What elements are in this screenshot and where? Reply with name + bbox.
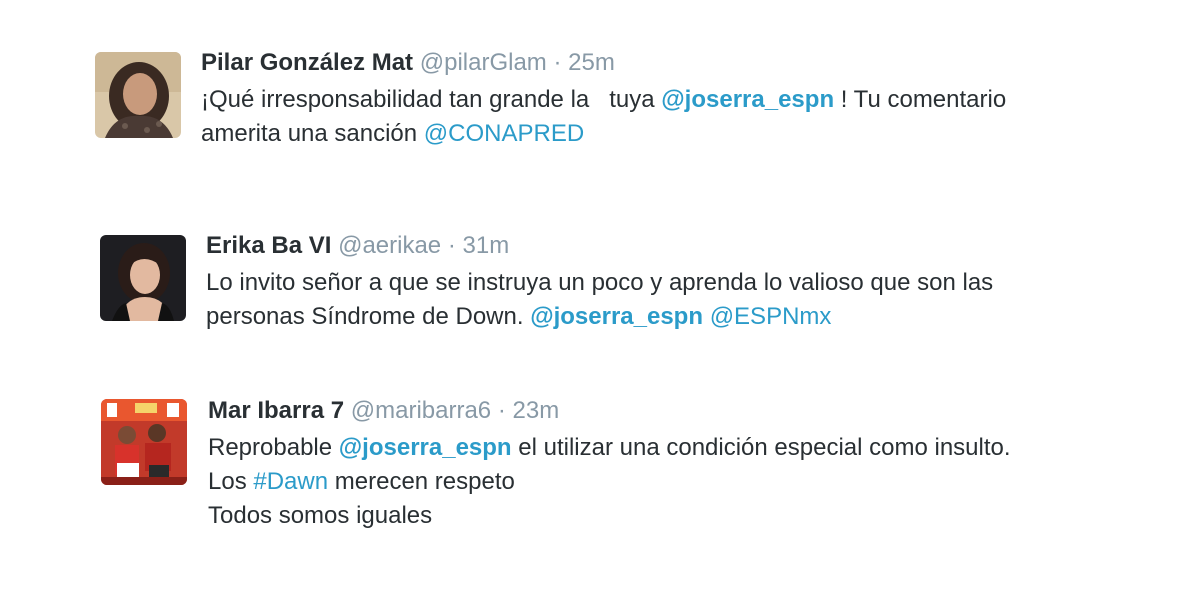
separator: · [497, 397, 506, 424]
tweet-header: Mar Ibarra 7 @maribarra6 · 23m [208, 397, 1168, 425]
text-segment: Reprobable [208, 434, 339, 461]
text-segment: Los [208, 468, 254, 495]
tweet-text-line: personas Síndrome de Down. @joserra_espn… [206, 300, 1166, 334]
tweet-text-line: Los #Dawn merecen respeto [208, 465, 1168, 499]
tweet-text-line: amerita una sanción @CONAPRED [201, 117, 1161, 151]
text-segment: ! Tu comentario [834, 86, 1007, 113]
mention-link[interactable]: @joserra_espn [339, 434, 512, 461]
tweet-header: Pilar González Mat @pilarGlam · 25m [201, 49, 1161, 77]
avatar-soccer-players-icon [101, 399, 187, 485]
tweet-text: Lo invito señor a que se instruya un poc… [206, 266, 1166, 334]
username[interactable]: @aerikae [338, 232, 441, 259]
username[interactable]: @maribarra6 [351, 397, 491, 424]
avatar-woman-dark-hair-icon [95, 52, 181, 138]
hashtag-link[interactable]: #Dawn [253, 468, 328, 495]
tweet-text: ¡Qué irresponsabilidad tan grande la tuy… [201, 83, 1161, 151]
tweet-text-line: Lo invito señor a que se instruya un poc… [206, 266, 1166, 300]
text-segment [703, 303, 710, 330]
separator: · [447, 232, 456, 259]
tweet-text-line: Todos somos iguales [208, 499, 1168, 533]
separator: · [553, 49, 562, 76]
display-name[interactable]: Pilar González Mat [201, 49, 413, 76]
mention-link[interactable]: @CONAPRED [424, 120, 584, 147]
avatar-pilar[interactable] [95, 52, 181, 138]
avatar-mar[interactable] [101, 399, 187, 485]
mention-link[interactable]: @joserra_espn [661, 86, 834, 113]
text-segment: ¡Qué irresponsabilidad tan grande la tuy… [201, 86, 662, 113]
display-name[interactable]: Erika Ba VI [206, 232, 331, 259]
tweet-text-line: ¡Qué irresponsabilidad tan grande la tuy… [201, 83, 1161, 117]
username[interactable]: @pilarGlam [420, 49, 547, 76]
mention-link[interactable]: @joserra_espn [530, 303, 703, 330]
text-segment: el utilizar una condición especial como … [511, 434, 1011, 461]
text-segment: merecen respeto [328, 468, 515, 495]
timestamp[interactable]: 31m [463, 232, 510, 259]
avatar-erika[interactable] [100, 235, 186, 321]
text-segment: Todos somos iguales [208, 502, 433, 529]
timestamp[interactable]: 25m [568, 49, 615, 76]
timestamp[interactable]: 23m [513, 397, 560, 424]
display-name[interactable]: Mar Ibarra 7 [208, 397, 344, 424]
avatar-woman-portrait-icon [100, 235, 186, 321]
text-segment: Lo invito señor a que se instruya un poc… [206, 269, 994, 296]
text-segment: personas Síndrome de Down. [206, 303, 531, 330]
text-segment: amerita una sanción [201, 120, 424, 147]
tweet-text-line: Reprobable @joserra_espn el utilizar una… [208, 431, 1168, 465]
mention-link[interactable]: @ESPNmx [710, 303, 832, 330]
tweet-header: Erika Ba VI @aerikae · 31m [206, 232, 1166, 260]
tweet-text: Reprobable @joserra_espn el utilizar una… [208, 431, 1168, 533]
